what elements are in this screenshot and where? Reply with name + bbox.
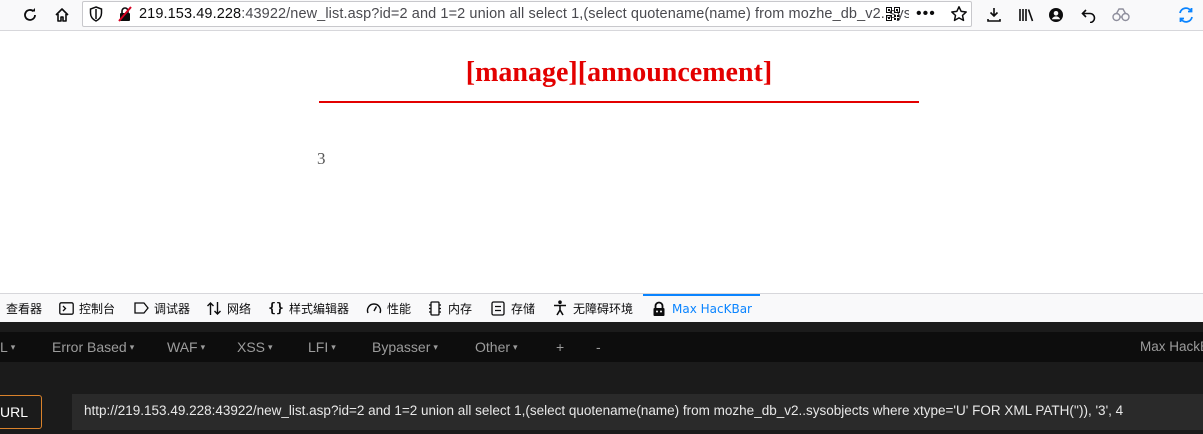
performance-icon bbox=[366, 300, 382, 316]
tab-console[interactable]: 控制台 bbox=[58, 294, 115, 322]
home-icon[interactable] bbox=[50, 3, 74, 27]
storage-icon bbox=[490, 300, 506, 316]
downloads-icon[interactable] bbox=[982, 3, 1006, 27]
undo-icon[interactable] bbox=[1077, 3, 1101, 27]
hackbar-brand: Max HackB bbox=[1140, 339, 1203, 354]
chevron-down-icon: ▾ bbox=[200, 342, 206, 352]
menu-waf[interactable]: WAF ▾ bbox=[167, 339, 205, 355]
load-url-button[interactable]: Load URL bbox=[0, 395, 42, 429]
page-title: [manage][announcement] bbox=[465, 57, 773, 88]
menu-bypasser[interactable]: Bypasser ▾ bbox=[372, 339, 438, 355]
tracking-shield-icon[interactable] bbox=[89, 6, 103, 27]
devtools-tab-label: 内存 bbox=[448, 301, 473, 316]
library-icon[interactable] bbox=[1015, 3, 1039, 27]
menu-sql[interactable]: L ▾ bbox=[0, 339, 15, 355]
url-path: :43922/new_list.asp?id=2 and 1=2 union a… bbox=[241, 6, 909, 22]
menu-lfi[interactable]: LFI ▾ bbox=[308, 339, 336, 355]
extension-icon[interactable] bbox=[1109, 3, 1133, 27]
chevron-down-icon: ▾ bbox=[268, 342, 273, 352]
qr-code-icon[interactable] bbox=[886, 7, 900, 26]
menu-label: XSS bbox=[237, 339, 266, 355]
devtools-tab-label: 存储 bbox=[511, 301, 536, 316]
tab-accessibility[interactable]: 无障碍环境 bbox=[552, 294, 633, 322]
devtools-tab-bar: 查看器 控制台 调试器 网络 {} 样式编辑器 性能 内存 存储 无障碍环境 M… bbox=[0, 293, 1203, 323]
menu-label: WAF bbox=[167, 339, 198, 355]
tab-storage[interactable]: 存储 bbox=[490, 294, 535, 322]
hackbar-panel: L ▾ Error Based ▾ WAF ▾ XSS ▾ LFI ▾ Bypasser ▾… bbox=[0, 322, 1203, 434]
tab-memory[interactable]: 内存 bbox=[427, 294, 472, 322]
chevron-down-icon: ▾ bbox=[129, 342, 135, 352]
memory-icon bbox=[427, 300, 443, 316]
devtools-tab-label: 调试器 bbox=[154, 301, 191, 316]
url-text[interactable]: 219.153.49.228:43922/new_list.asp?id=2 a… bbox=[139, 6, 909, 22]
chevron-down-icon: ▾ bbox=[331, 342, 336, 352]
debugger-icon bbox=[133, 300, 149, 316]
devtools-tab-label: Max HacKBar bbox=[672, 302, 752, 316]
menu-label: L bbox=[0, 339, 8, 355]
menu-error-based[interactable]: Error Based ▾ bbox=[52, 339, 134, 355]
network-icon bbox=[206, 300, 222, 316]
devtools-tab-label: 网络 bbox=[227, 301, 252, 316]
devtools-tab-label: 无障碍环境 bbox=[573, 301, 634, 316]
url-host: 219.153.49.228 bbox=[139, 6, 242, 22]
page-actions-menu-icon[interactable]: ••• bbox=[916, 5, 936, 23]
sync-icon[interactable] bbox=[1174, 3, 1198, 27]
style-editor-icon: {} bbox=[268, 300, 284, 316]
tab-network[interactable]: 网络 bbox=[206, 294, 251, 322]
query-result-text: 3 bbox=[317, 149, 326, 168]
chevron-down-icon: ▾ bbox=[10, 342, 16, 352]
devtools-tab-label: 控制台 bbox=[79, 301, 116, 316]
tab-debugger[interactable]: 调试器 bbox=[133, 294, 190, 322]
menu-xss[interactable]: XSS ▾ bbox=[237, 339, 273, 355]
chevron-down-icon: ▾ bbox=[513, 342, 518, 352]
address-bar[interactable]: 219.153.49.228:43922/new_list.asp?id=2 a… bbox=[82, 1, 972, 27]
accessibility-icon bbox=[552, 300, 568, 316]
tab-inspector[interactable]: 查看器 bbox=[6, 294, 42, 322]
menu-label: Error Based bbox=[52, 339, 127, 355]
menu-label: Other bbox=[475, 339, 511, 355]
console-icon bbox=[58, 300, 74, 316]
tab-performance[interactable]: 性能 bbox=[366, 294, 411, 322]
account-icon[interactable] bbox=[1044, 3, 1068, 27]
hackbar-url-value: http://219.153.49.228:43922/new_list.asp… bbox=[84, 403, 1124, 418]
add-button[interactable]: + bbox=[556, 339, 564, 355]
devtools-tab-label: 样式编辑器 bbox=[289, 301, 350, 316]
devtools-tab-label: 查看器 bbox=[6, 301, 43, 316]
chevron-down-icon: ▾ bbox=[433, 342, 438, 352]
hackbar-url-input[interactable]: http://219.153.49.228:43922/new_list.asp… bbox=[72, 394, 1203, 430]
menu-label: Bypasser bbox=[372, 339, 431, 355]
tab-max-hackbar[interactable]: Max HacKBar bbox=[643, 294, 760, 322]
devtools-tab-label: 性能 bbox=[387, 301, 412, 316]
browser-toolbar: 219.153.49.228:43922/new_list.asp?id=2 a… bbox=[0, 0, 1203, 31]
menu-label: LFI bbox=[308, 339, 329, 355]
heading-divider bbox=[319, 101, 919, 103]
menu-label: - bbox=[596, 339, 601, 355]
hackbar-icon bbox=[651, 301, 667, 317]
bookmark-star-icon[interactable] bbox=[950, 5, 968, 28]
insecure-lock-icon[interactable] bbox=[117, 6, 133, 27]
menu-label: + bbox=[556, 339, 565, 355]
menu-other[interactable]: Other ▾ bbox=[475, 339, 518, 355]
tab-style-editor[interactable]: {} 样式编辑器 bbox=[268, 294, 349, 322]
remove-button[interactable]: - bbox=[596, 339, 601, 355]
reload-icon[interactable] bbox=[18, 3, 42, 27]
